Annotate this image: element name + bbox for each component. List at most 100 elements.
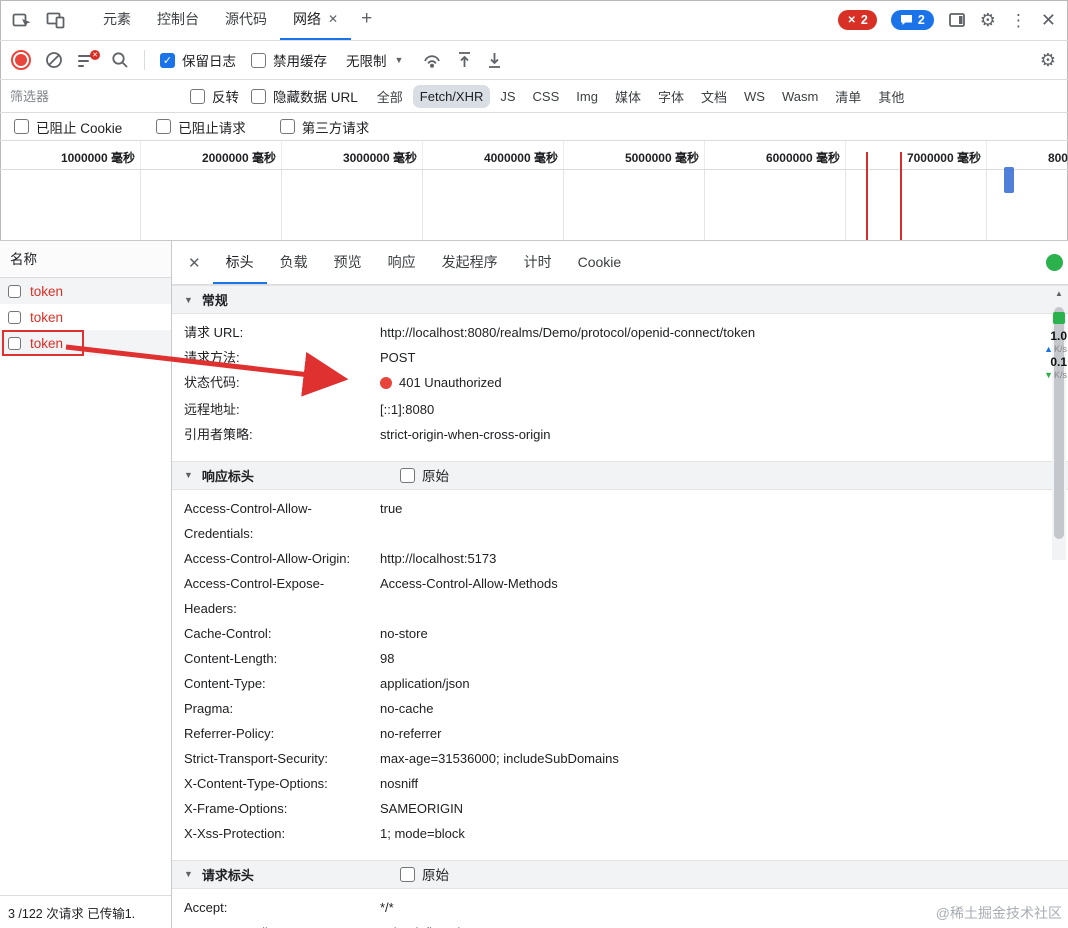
- import-har-icon[interactable]: [457, 51, 472, 69]
- filter-type-pill[interactable]: CSS: [526, 85, 567, 108]
- upload-speed-value: 1.0: [1050, 329, 1067, 343]
- header-name: Access-Control-Expose-Headers:: [184, 575, 325, 616]
- section-response-headers-header[interactable]: ▼ 响应标头 原始: [172, 460, 1068, 490]
- panel-tab[interactable]: 源代码: [212, 0, 280, 40]
- network-conditions-icon[interactable]: [422, 52, 442, 69]
- section-request-headers-header[interactable]: ▼ 请求标头 原始: [172, 859, 1068, 889]
- error-count-badge[interactable]: ✕ 2: [838, 10, 877, 30]
- network-speed-widget: 1.0 ▲ K/s 0.1 ▼ K/s: [1044, 312, 1067, 381]
- blocked-option-checkbox[interactable]: 已阻止 Cookie: [14, 117, 122, 137]
- blocked-option-label: 已阻止 Cookie: [36, 120, 123, 136]
- section-general-header[interactable]: ▼ 常规: [172, 285, 1068, 314]
- header-value-group: http://localhost:8080/realms/Demo/protoc…: [380, 320, 755, 345]
- request-checkbox[interactable]: [8, 310, 21, 324]
- blocked-option-checkbox[interactable]: 第三方请求: [279, 117, 370, 137]
- filter-type-pill[interactable]: Wasm: [775, 85, 825, 108]
- request-type-filters: 全部 Fetch/XHR JS CSS Img 媒体 字体 文档 WS Wasm…: [370, 83, 912, 110]
- checkbox-unchecked-icon: [156, 119, 172, 134]
- raw-response-headers-checkbox[interactable]: 原始: [400, 465, 449, 485]
- filter-type-pill[interactable]: 其他: [871, 83, 911, 110]
- header-kv-row: Accept: */*: [172, 895, 1068, 920]
- close-details-icon[interactable]: ✕: [176, 254, 213, 272]
- request-checkbox[interactable]: [8, 336, 21, 350]
- header-value: no-referrer: [380, 725, 442, 741]
- download-arrow-icon: ▼: [1044, 370, 1053, 380]
- settings-gear-icon[interactable]: ⚙: [980, 11, 996, 29]
- details-tab[interactable]: 标头: [212, 241, 267, 284]
- close-devtools-icon[interactable]: ✕: [1041, 11, 1056, 29]
- clear-network-log-icon[interactable]: [45, 51, 63, 69]
- hide-data-urls-checkbox[interactable]: 隐藏数据 URL: [251, 86, 358, 106]
- header-kv-row: Content-Length: 98: [172, 646, 1068, 671]
- panel-tab[interactable]: 网络 ✕: [280, 0, 352, 40]
- header-kv-row: Access-Control-Allow-Credentials: true: [172, 496, 1068, 546]
- header-name: 请求 URL:: [184, 325, 244, 340]
- filter-type-pill[interactable]: 媒体: [608, 83, 648, 110]
- network-toolbar: ✕ ✓ 保留日志 禁用缓存 无限制 ▼ ⚙: [0, 41, 1068, 80]
- request-row[interactable]: token: [0, 304, 171, 330]
- preserve-log-checkbox[interactable]: ✓ 保留日志: [160, 50, 236, 70]
- filter-type-pill[interactable]: 字体: [651, 83, 691, 110]
- request-name: token: [30, 335, 64, 351]
- details-tab[interactable]: Cookie: [565, 241, 635, 284]
- export-har-icon[interactable]: [487, 51, 502, 69]
- device-toolbar-icon[interactable]: [46, 10, 66, 30]
- panel-tab[interactable]: 控制台: [144, 0, 212, 40]
- header-name: Accept:: [184, 899, 228, 915]
- timeline-overview[interactable]: 1000000 毫秒 2000000 毫秒 3000000 毫秒 4000000…: [0, 141, 1068, 241]
- inspect-element-icon[interactable]: [12, 10, 32, 30]
- header-kv-row: Strict-Transport-Security: max-age=31536…: [172, 746, 1068, 771]
- filter-input[interactable]: [10, 88, 178, 104]
- header-value: SAMEORIGIN: [380, 800, 464, 816]
- blocked-option-label: 第三方请求: [301, 120, 370, 136]
- triangle-down-icon: ▼: [184, 869, 193, 879]
- name-column-header[interactable]: 名称: [0, 241, 171, 278]
- kebab-menu-icon[interactable]: ⋮: [1010, 12, 1027, 29]
- throttling-select[interactable]: 无限制 ▼: [342, 47, 407, 73]
- details-tab[interactable]: 发起程序: [429, 241, 511, 284]
- details-tab[interactable]: 预览: [321, 241, 375, 284]
- details-tab[interactable]: 负载: [267, 241, 321, 284]
- response-header-rows: Access-Control-Allow-Credentials: true A…: [172, 490, 1068, 852]
- error-x-icon: ✕: [847, 14, 856, 26]
- header-name: 状态代码:: [184, 375, 240, 390]
- request-checkbox[interactable]: [8, 284, 21, 298]
- filter-type-pill[interactable]: 全部: [370, 83, 410, 110]
- panel-tab[interactable]: 元素: [90, 0, 144, 40]
- filter-type-pill[interactable]: 清单: [828, 83, 868, 110]
- record-network-log-button[interactable]: [11, 50, 31, 70]
- timeline-tick-label: 4000000 毫秒: [423, 141, 564, 169]
- triangle-down-icon: ▼: [184, 470, 193, 480]
- request-row[interactable]: token: [0, 278, 171, 304]
- raw-request-headers-checkbox[interactable]: 原始: [400, 864, 449, 884]
- filter-type-pill[interactable]: Fetch/XHR: [412, 84, 491, 108]
- disable-cache-label: 禁用缓存: [273, 54, 327, 69]
- network-settings-gear-icon[interactable]: ⚙: [1040, 51, 1056, 69]
- close-tab-icon[interactable]: ✕: [328, 12, 338, 26]
- filter-type-pill[interactable]: JS: [493, 85, 522, 108]
- request-row[interactable]: token: [0, 330, 171, 356]
- scroll-up-arrow-icon[interactable]: ▲: [1052, 286, 1066, 301]
- checkbox-unchecked-icon: [14, 119, 29, 134]
- upload-arrow-icon: ▲: [1044, 344, 1053, 354]
- filter-type-pill[interactable]: WS: [737, 85, 772, 108]
- chevron-down-icon: ▼: [394, 55, 404, 65]
- filter-toggle-icon[interactable]: ✕: [78, 50, 100, 68]
- filter-type-pill[interactable]: Img: [569, 85, 605, 108]
- disable-cache-checkbox[interactable]: 禁用缓存: [251, 50, 327, 70]
- issues-count-badge[interactable]: 2: [890, 10, 934, 30]
- blocked-options-bar: 已阻止 Cookie 已阻止请求 第三方请求: [0, 113, 1068, 141]
- header-name: 请求方法:: [184, 350, 240, 365]
- invert-filter-checkbox[interactable]: 反转: [190, 86, 239, 106]
- dock-side-icon[interactable]: [948, 11, 966, 29]
- details-tab[interactable]: 响应: [375, 241, 429, 284]
- checkbox-unchecked-icon: [251, 52, 266, 68]
- header-name: Pragma:: [184, 700, 234, 716]
- search-icon[interactable]: [111, 51, 129, 69]
- more-panels-button[interactable]: +: [351, 0, 382, 40]
- header-kv-row: X-Content-Type-Options: nosniff: [172, 771, 1068, 796]
- blocked-option-checkbox[interactable]: 已阻止请求: [156, 117, 246, 137]
- details-tab[interactable]: 计时: [511, 241, 565, 284]
- filter-type-pill[interactable]: 文档: [694, 83, 734, 110]
- timeline-tick-label: 5000000 毫秒: [564, 141, 705, 169]
